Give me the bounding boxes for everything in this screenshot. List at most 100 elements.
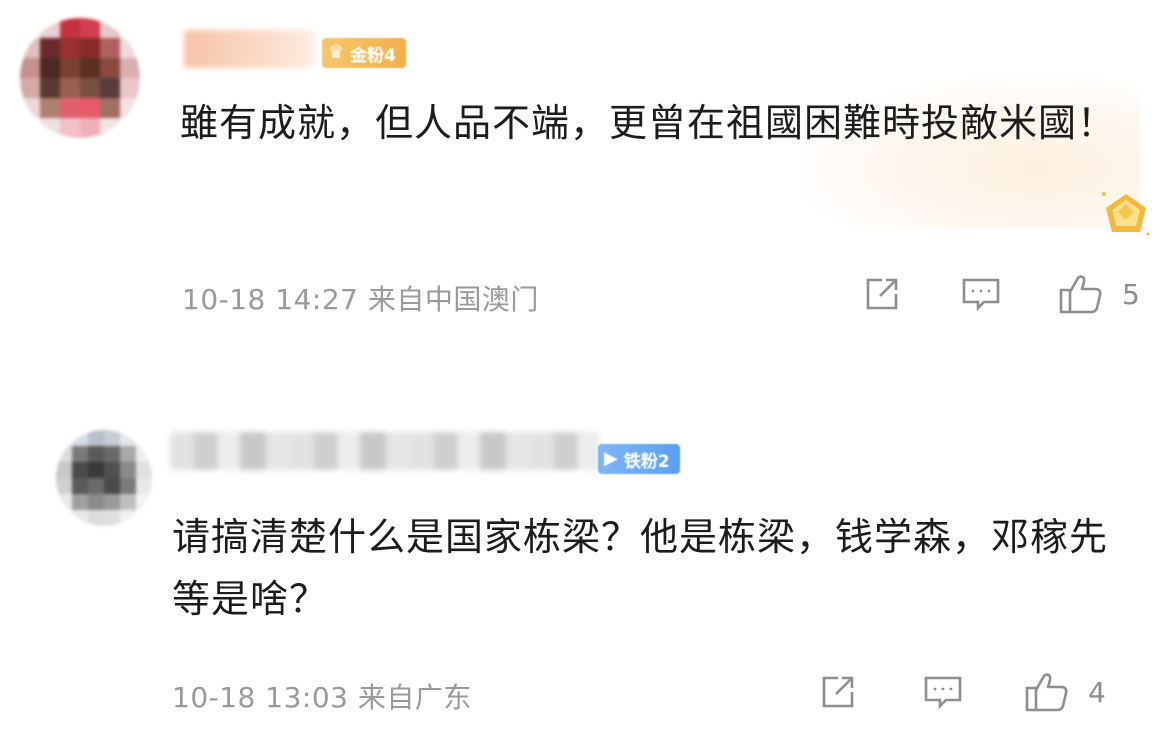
avatar-pixel [100, 118, 120, 138]
avatar-pixel [120, 58, 140, 78]
fan-medal-icon: ▶ [604, 448, 618, 469]
avatar-pixel [72, 462, 88, 478]
avatar-pixel [56, 510, 72, 526]
avatar-pixel [120, 494, 136, 510]
avatar-pixel [88, 462, 104, 478]
avatar-pixel [20, 118, 40, 138]
share-button[interactable] [818, 672, 858, 712]
comment-icon [960, 274, 1002, 314]
avatar-pixel [120, 430, 136, 446]
avatar-pixel [88, 478, 104, 494]
share-icon [818, 672, 858, 712]
avatar-pixel [56, 446, 72, 462]
avatar-pixel [72, 494, 88, 510]
avatar[interactable] [20, 18, 140, 138]
avatar-pixel [60, 58, 80, 78]
avatar-pixel [120, 446, 136, 462]
avatar-pixel [40, 18, 60, 38]
comment-item: ▶ 铁粉2 请搞清楚什么是国家栋梁？他是栋梁，钱学森，邓稼先等是啥？ 10-18… [0, 400, 1166, 738]
avatar-pixel [20, 98, 40, 118]
avatar-pixel [120, 38, 140, 58]
avatar-pixel [60, 98, 80, 118]
avatar-pixel [20, 18, 40, 38]
fan-badge: ▶ 铁粉2 [598, 444, 680, 474]
avatar-pixel [104, 478, 120, 494]
avatar-pixel [136, 462, 152, 478]
like-button[interactable]: 5 [1058, 272, 1140, 316]
share-icon [862, 274, 902, 314]
avatar-pixel [72, 510, 88, 526]
avatar-pixel [120, 118, 140, 138]
avatar-pixel [72, 478, 88, 494]
avatar-pixel [40, 118, 60, 138]
comment-text: 请搞清楚什么是国家栋梁？他是栋梁，钱学森，邓稼先等是啥？ [172, 515, 1109, 621]
avatar-pixel [56, 478, 72, 494]
comment-button[interactable] [960, 274, 1002, 314]
avatar-pixel [20, 78, 40, 98]
avatar-pixel [56, 430, 72, 446]
avatar-pixel [88, 446, 104, 462]
like-button[interactable]: 4 [1024, 670, 1106, 714]
avatar-pixel [80, 98, 100, 118]
avatar-pixel [104, 446, 120, 462]
like-count: 4 [1088, 675, 1106, 709]
fan-medal-icon: ♛ [328, 42, 345, 63]
avatar-pixel [100, 18, 120, 38]
avatar-pixel [80, 18, 100, 38]
fan-badge-label: 金粉4 [350, 45, 396, 66]
avatar-pixel [120, 510, 136, 526]
comment-actions: 4 [818, 670, 1106, 714]
thumbs-up-icon [1058, 272, 1104, 316]
avatar-pixel [88, 494, 104, 510]
avatar-pixel [136, 510, 152, 526]
avatar-pixel [136, 430, 152, 446]
username-blurred[interactable] [170, 432, 600, 470]
avatar-pixel [120, 462, 136, 478]
avatar-pixel [88, 510, 104, 526]
thumbs-up-icon [1024, 670, 1070, 714]
username-blurred[interactable] [184, 30, 314, 68]
avatar-pixel [20, 38, 40, 58]
avatar-pixel [100, 98, 120, 118]
avatar-pixel [80, 38, 100, 58]
avatar-pixel [56, 462, 72, 478]
avatar-pixel [20, 58, 40, 78]
share-button[interactable] [862, 274, 902, 314]
avatar-pixel [40, 78, 60, 98]
avatar-pixel [120, 478, 136, 494]
avatar-pixel [104, 462, 120, 478]
avatar-pixel [136, 478, 152, 494]
avatar-pixel [136, 446, 152, 462]
avatar-pixel [80, 78, 100, 98]
avatar-pixel [60, 38, 80, 58]
comment-actions: 5 [862, 272, 1140, 316]
avatar-pixel [120, 18, 140, 38]
avatar-pixel [56, 494, 72, 510]
avatar-pixel [80, 58, 100, 78]
fan-badge: ♛ 金粉4 [322, 38, 406, 68]
avatar-pixel [40, 58, 60, 78]
fan-badge-label: 铁粉2 [623, 451, 670, 472]
avatar-pixel [120, 78, 140, 98]
avatar-pixel [60, 78, 80, 98]
avatar[interactable] [56, 430, 152, 526]
avatar-pixel [88, 430, 104, 446]
comment-meta: 10-18 14:27 来自中国澳门 [182, 283, 539, 316]
comment-meta: 10-18 13:03 来自广东 [172, 681, 472, 714]
avatar-pixel [104, 510, 120, 526]
comment-icon [922, 672, 964, 712]
avatar-pixel [72, 446, 88, 462]
avatar-pixel [60, 118, 80, 138]
comment-button[interactable] [922, 672, 964, 712]
gold-diamond-badge-icon [1096, 186, 1156, 242]
avatar-pixel [40, 98, 60, 118]
comment-text: 雖有成就，但人品不端，更曾在祖國困難時投敵米國！ [180, 101, 1117, 145]
avatar-pixel [60, 18, 80, 38]
avatar-pixel [100, 38, 120, 58]
avatar-pixel [104, 494, 120, 510]
comment-item: ♛ 金粉4 雖有成就，但人品不端，更曾在祖國困難時投敵米國！ 10-18 14:… [0, 0, 1166, 370]
avatar-pixel [120, 98, 140, 118]
avatar-pixel [104, 430, 120, 446]
avatar-pixel [100, 78, 120, 98]
avatar-pixel [100, 58, 120, 78]
